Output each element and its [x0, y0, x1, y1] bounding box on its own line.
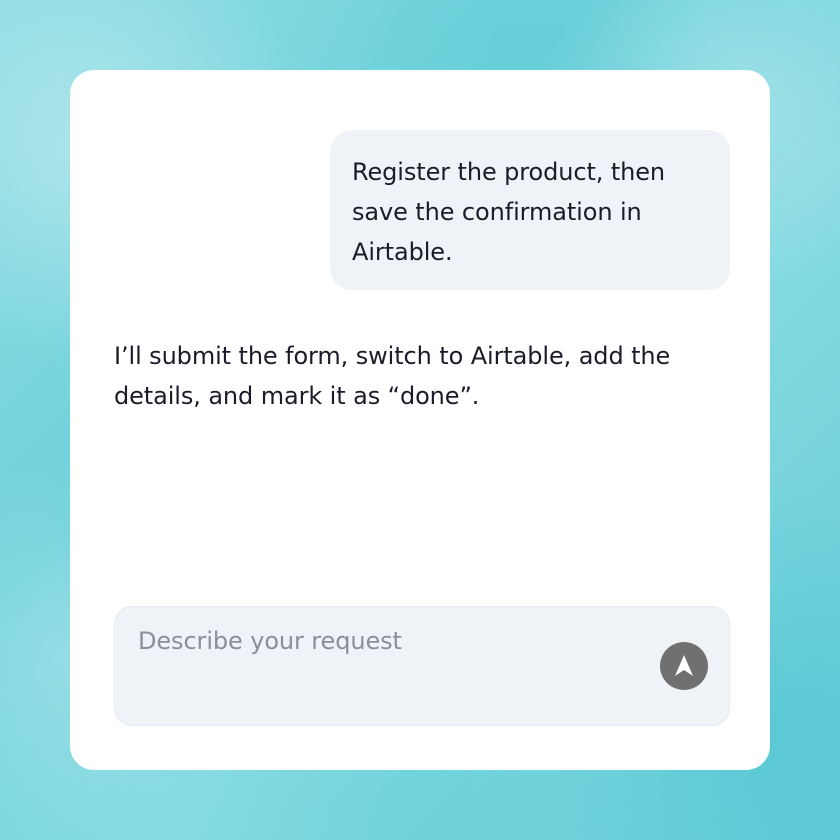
arrow-up-icon	[675, 655, 693, 676]
chat-card: Register the product, then save the conf…	[70, 70, 770, 770]
user-message-bubble: Register the product, then save the conf…	[330, 130, 730, 290]
user-message-text: Register the product, then save the conf…	[352, 158, 666, 266]
request-input[interactable]: Describe your request	[114, 606, 730, 726]
request-input-placeholder: Describe your request	[138, 627, 402, 655]
send-button[interactable]	[660, 642, 708, 690]
assistant-message-text: I’ll submit the form, switch to Airtable…	[114, 342, 671, 410]
